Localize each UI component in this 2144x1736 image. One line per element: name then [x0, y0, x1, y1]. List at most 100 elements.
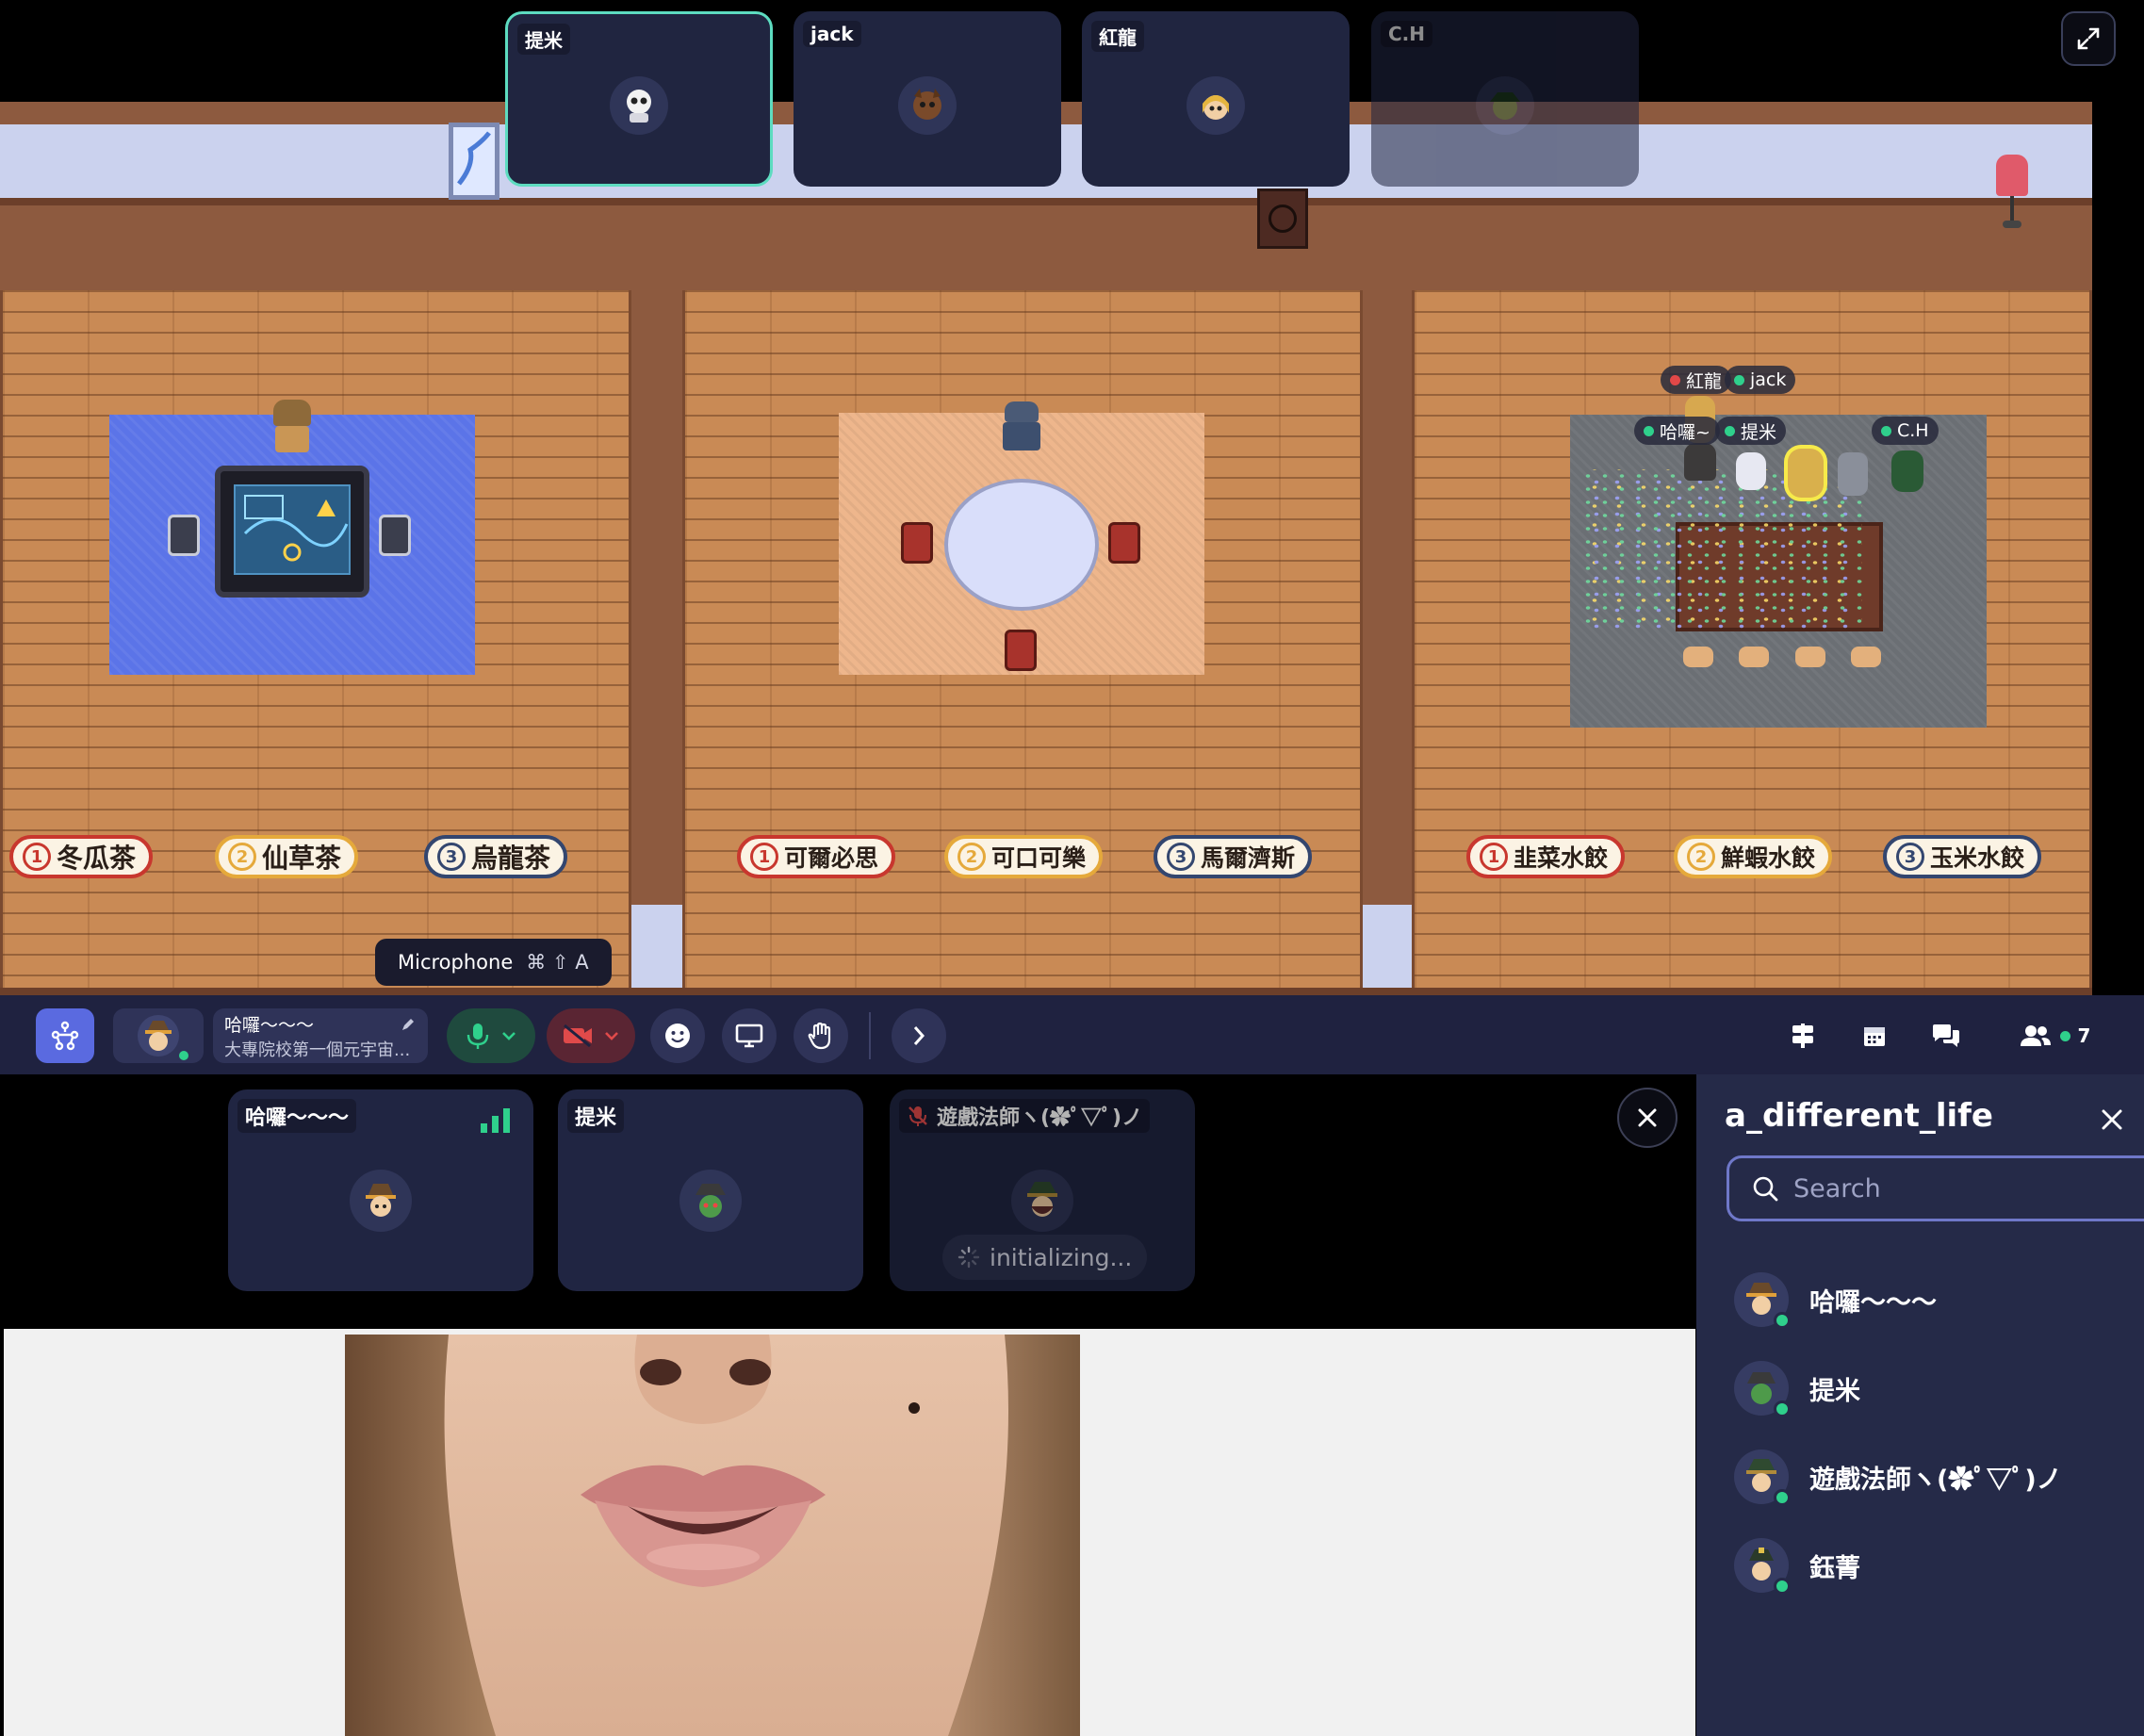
camera-off-icon	[564, 1024, 592, 1048]
chair-mid-left[interactable]	[901, 522, 933, 564]
chevron-down-icon	[605, 1032, 618, 1040]
arcade-screen[interactable]	[215, 466, 369, 598]
status-dot-icon	[1725, 425, 1735, 436]
microphone-tooltip: Microphone ⌘ ⇧ A	[375, 939, 612, 986]
main-menu-button[interactable]	[36, 1008, 94, 1063]
map-tag-ch: C.H	[1872, 417, 1939, 445]
avatar	[1734, 1361, 1791, 1417]
wall-painting	[449, 123, 499, 200]
avatar	[1734, 1272, 1791, 1329]
close-icon	[1638, 1108, 1657, 1127]
webcam-video	[345, 1335, 1080, 1736]
avatar-sprite-1[interactable]	[273, 400, 311, 454]
sign-4[interactable]: 1 可爾必思	[737, 835, 896, 878]
mic-muted-icon	[908, 1106, 927, 1126]
map-tag-jack: jack	[1725, 366, 1796, 394]
chevron-down-icon	[502, 1032, 516, 1040]
search-icon	[1753, 1176, 1778, 1202]
avatar-sprite-halo[interactable]	[1681, 443, 1719, 498]
stool-row	[1683, 647, 1881, 669]
video-tile-jack[interactable]: jack	[794, 11, 1061, 187]
status-dot-icon	[1881, 425, 1891, 436]
sign-6[interactable]: 3 馬爾濟斯	[1154, 835, 1313, 878]
close-call-button[interactable]	[1617, 1088, 1678, 1148]
chair-left-1[interactable]	[168, 515, 200, 556]
status-dot-icon	[1644, 425, 1654, 436]
chevron-right-icon	[913, 1026, 925, 1045]
avatar	[138, 1015, 190, 1062]
lamp	[1996, 155, 2028, 230]
avatar	[898, 76, 957, 135]
profile-status-button[interactable]: 哈囉～～～ 大專院校第一個元宇宙...	[213, 1008, 428, 1063]
avatar	[350, 1170, 412, 1232]
avatar	[1011, 1170, 1073, 1232]
status-dot-icon	[1670, 374, 1680, 385]
network-icon	[51, 1021, 79, 1051]
profile-avatar-button[interactable]	[113, 1008, 204, 1063]
search-input[interactable]	[1793, 1173, 2076, 1204]
video-tile-honglong[interactable]: 紅龍	[1082, 11, 1350, 187]
member-item[interactable]: 遊戲法師ヽ(✿ﾟ▽ﾟ)ノ	[1734, 1444, 2062, 1510]
close-panel-button[interactable]	[2093, 1101, 2131, 1138]
microphone-icon	[466, 1024, 489, 1049]
avatar	[1187, 76, 1245, 135]
member-item[interactable]: 鈺菁	[1734, 1532, 1860, 1598]
round-table[interactable]	[944, 479, 1099, 611]
sign-5[interactable]: 2 可口可樂	[944, 835, 1104, 878]
calendar-button[interactable]	[1847, 1008, 1902, 1063]
sign-1[interactable]: 1 冬瓜茶	[9, 835, 154, 878]
sign-7[interactable]: 1 韭菜水餃	[1466, 835, 1626, 878]
spinner-icon	[957, 1246, 980, 1269]
map-tag-honglong: 紅龍	[1661, 366, 1732, 394]
chair-left-2[interactable]	[379, 515, 411, 556]
avatar	[1734, 1449, 1791, 1506]
game-viewport[interactable]: 紅龍 jack 哈囉~ 提米 C.H 1 冬瓜茶 2 仙草茶 3 烏龍茶 1 可爾必思 …	[0, 0, 2144, 995]
screen-share-button[interactable]	[722, 1008, 777, 1063]
online-status-dot	[1774, 1578, 1791, 1595]
sign-3[interactable]: 3 烏龍茶	[424, 835, 568, 878]
video-tile-ch[interactable]: C.H	[1371, 11, 1639, 187]
camera-toggle[interactable]	[547, 1008, 635, 1063]
avatar	[610, 76, 668, 135]
member-item[interactable]: 提米	[1734, 1355, 1860, 1421]
participants-button[interactable]: 7	[2007, 1008, 2102, 1063]
call-participants-area: 哈囉～～～ 提米 遊戲法師ヽ(✿ﾟ▽ﾟ)ノ initializing...	[4, 1074, 1695, 1329]
game-map[interactable]: 紅龍 jack 哈囉~ 提米 C.H 1 冬瓜茶 2 仙草茶 3 烏龍茶 1 可爾必思 …	[0, 102, 2092, 995]
smiley-icon	[665, 1024, 690, 1048]
signpost-button[interactable]	[1776, 1008, 1830, 1063]
call-tile-game-master[interactable]: 遊戲法師ヽ(✿ﾟ▽ﾟ)ノ initializing...	[890, 1089, 1195, 1291]
online-status-dot	[1774, 1400, 1791, 1417]
initializing-status: initializing...	[942, 1235, 1148, 1280]
close-icon	[2102, 1109, 2122, 1130]
fullscreen-button[interactable]	[2061, 11, 2116, 66]
map-tag-timi: 提米	[1715, 417, 1787, 445]
emote-button[interactable]	[650, 1008, 705, 1063]
member-item[interactable]: 哈囉～～～	[1734, 1267, 1937, 1333]
chair-mid-bottom[interactable]	[1005, 630, 1037, 671]
sign-9[interactable]: 3 玉米水餃	[1883, 835, 2042, 878]
avatar	[679, 1170, 742, 1232]
expand-toolbar-button[interactable]	[892, 1008, 946, 1063]
avatar-sprite-ch[interactable]	[1889, 450, 1926, 505]
shared-video-area	[4, 1329, 1695, 1736]
call-tile-timi[interactable]: 提米	[558, 1089, 863, 1291]
chat-icon	[1933, 1024, 1959, 1047]
raise-hand-button[interactable]	[794, 1008, 848, 1063]
status-dot-icon	[1734, 374, 1744, 385]
call-tile-self[interactable]: 哈囉～～～	[228, 1089, 533, 1291]
microphone-toggle[interactable]	[447, 1008, 535, 1063]
users-icon	[2020, 1025, 2051, 1046]
avatar-sprite-timi[interactable]	[1732, 452, 1770, 507]
sign-2[interactable]: 2 仙草茶	[215, 835, 359, 878]
member-search[interactable]	[1727, 1155, 2144, 1221]
avatar	[1734, 1538, 1791, 1595]
avatar-sprite-jack[interactable]	[1787, 449, 1825, 503]
avatar-sprite-4[interactable]	[1834, 452, 1872, 507]
sign-8[interactable]: 2 鮮蝦水餃	[1674, 835, 1833, 878]
video-tile-timi[interactable]: 提米	[505, 11, 773, 187]
hand-icon	[808, 1022, 831, 1050]
avatar-sprite-2[interactable]	[1003, 401, 1040, 456]
pencil-icon	[402, 1019, 414, 1030]
chat-button[interactable]	[1919, 1008, 1973, 1063]
chair-mid-right[interactable]	[1108, 522, 1140, 564]
